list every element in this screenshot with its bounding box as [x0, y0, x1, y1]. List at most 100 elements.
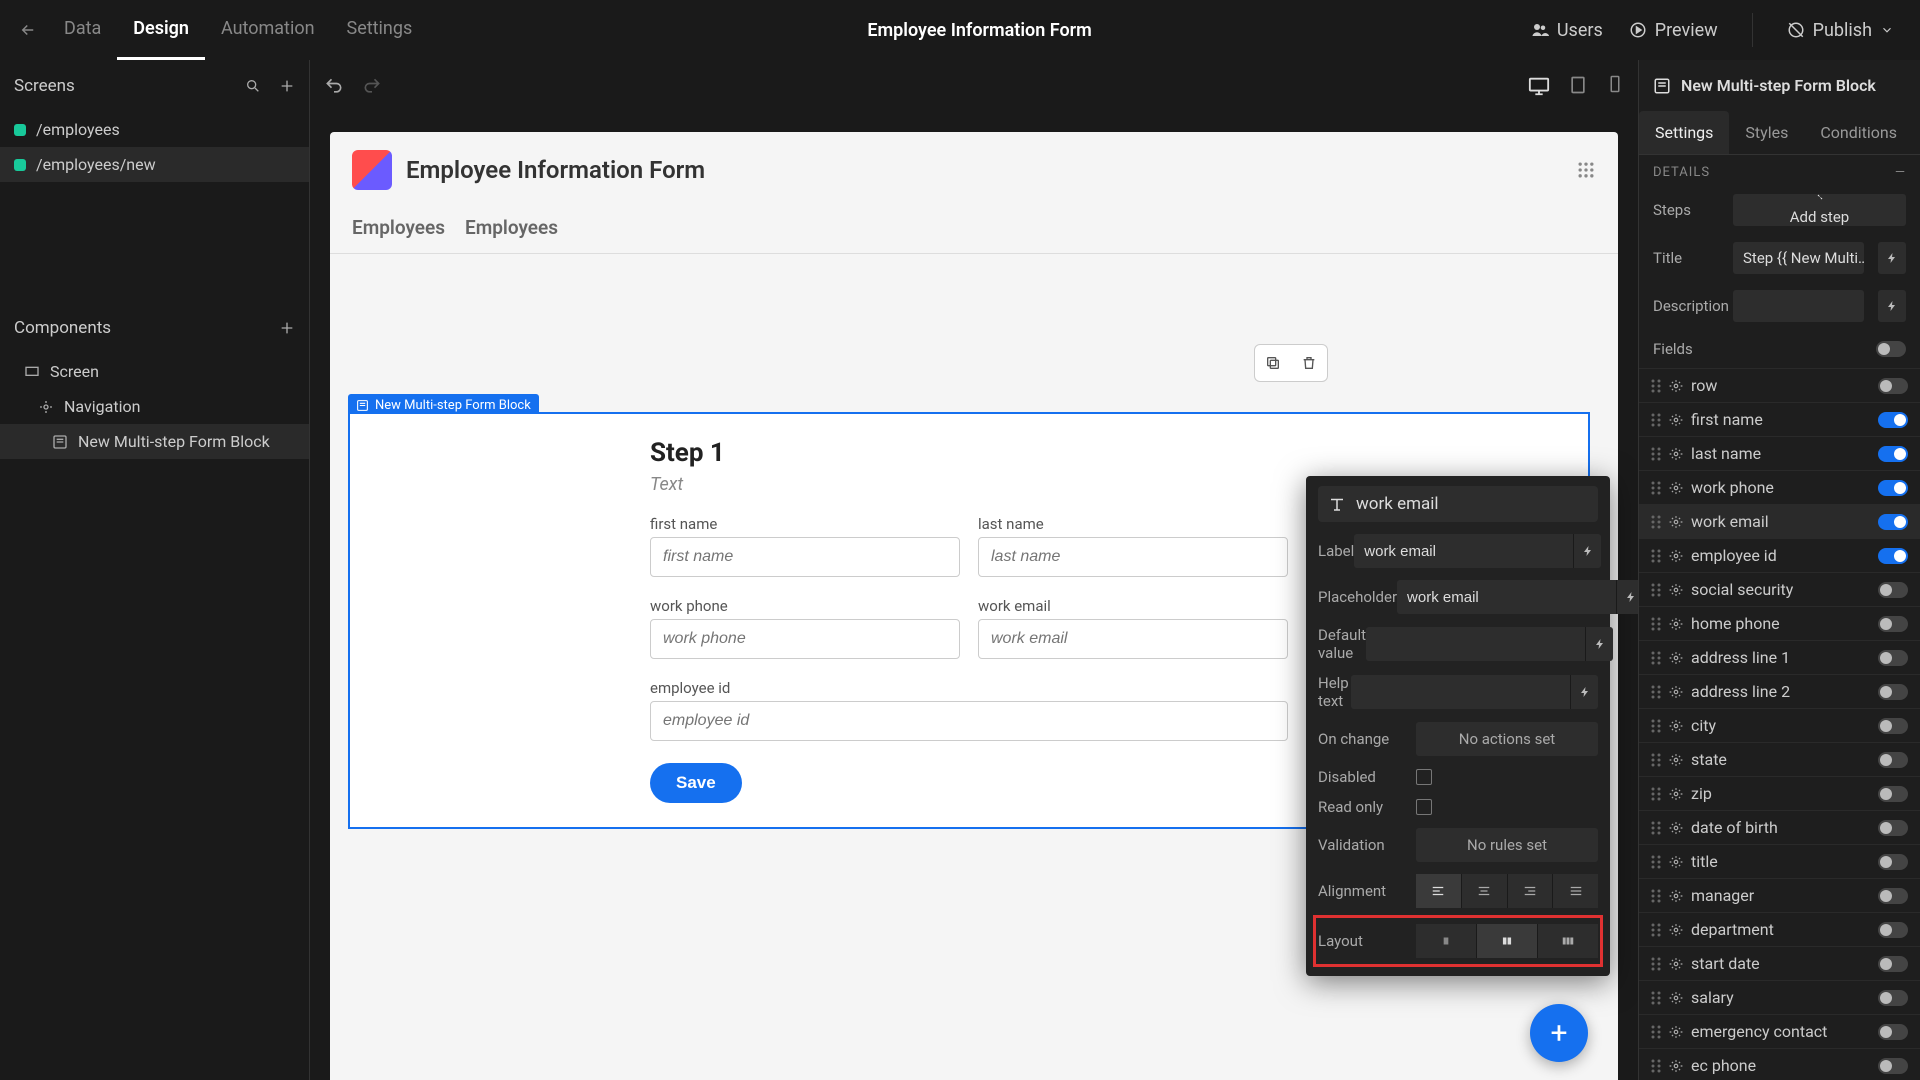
desktop-icon[interactable] [1528, 75, 1550, 97]
bolt-icon[interactable] [1585, 627, 1613, 661]
back-button[interactable] [8, 21, 48, 39]
preview-button[interactable]: Preview [1629, 20, 1718, 41]
undo-icon[interactable] [324, 76, 344, 96]
plus-icon[interactable] [279, 78, 295, 94]
drag-handle-icon[interactable] [1651, 1059, 1661, 1073]
field-toggle[interactable] [1878, 718, 1908, 734]
fields-master-toggle[interactable] [1876, 341, 1906, 357]
bolt-icon[interactable] [1573, 534, 1601, 568]
field-list-item[interactable]: ec phone [1639, 1048, 1920, 1080]
drag-handle-icon[interactable] [1651, 753, 1661, 767]
drag-handle-icon[interactable] [1651, 481, 1661, 495]
field-list-item[interactable]: city [1639, 708, 1920, 742]
top-tab-design[interactable]: Design [117, 0, 205, 60]
field-list-item[interactable]: address line 1 [1639, 640, 1920, 674]
align-right[interactable] [1508, 874, 1554, 908]
field-list-item[interactable]: social security [1639, 572, 1920, 606]
field-list-item[interactable]: salary [1639, 980, 1920, 1014]
component-item[interactable]: Navigation [0, 389, 309, 424]
placeholder-input[interactable] [1397, 580, 1616, 614]
drag-handle-icon[interactable] [1651, 515, 1661, 529]
component-item[interactable]: Screen [0, 354, 309, 389]
apps-grid-icon[interactable] [1576, 160, 1596, 180]
gear-icon[interactable] [1669, 447, 1683, 461]
mobile-icon[interactable] [1606, 75, 1624, 93]
gear-icon[interactable] [1669, 651, 1683, 665]
gear-icon[interactable] [1669, 923, 1683, 937]
field-list-item[interactable]: start date [1639, 946, 1920, 980]
field-list-item[interactable]: home phone [1639, 606, 1920, 640]
help-text-input[interactable] [1351, 675, 1570, 709]
component-item[interactable]: New Multi-step Form Block [0, 424, 309, 459]
align-left[interactable] [1416, 874, 1462, 908]
gear-icon[interactable] [1669, 787, 1683, 801]
gear-icon[interactable] [1669, 1025, 1683, 1039]
gear-icon[interactable] [1669, 991, 1683, 1005]
field-toggle[interactable] [1878, 378, 1908, 394]
drag-handle-icon[interactable] [1651, 379, 1661, 393]
field-toggle[interactable] [1878, 616, 1908, 632]
search-icon[interactable] [245, 78, 261, 94]
gear-icon[interactable] [1669, 685, 1683, 699]
bolt-icon[interactable] [1878, 242, 1906, 274]
top-tab-automation[interactable]: Automation [205, 0, 331, 60]
drag-handle-icon[interactable] [1651, 1025, 1661, 1039]
drag-handle-icon[interactable] [1651, 855, 1661, 869]
gear-icon[interactable] [1669, 1059, 1683, 1073]
add-step-button[interactable]: Add step [1733, 194, 1906, 226]
description-input[interactable] [1733, 290, 1864, 322]
first-name-input[interactable] [650, 537, 960, 577]
work-phone-input[interactable] [650, 619, 960, 659]
label-input[interactable] [1354, 534, 1573, 568]
field-toggle[interactable] [1878, 514, 1908, 530]
gear-icon[interactable] [1669, 379, 1683, 393]
gear-icon[interactable] [1669, 957, 1683, 971]
default-value-input[interactable] [1366, 627, 1585, 661]
users-button[interactable]: Users [1531, 20, 1603, 41]
duplicate-button[interactable] [1255, 345, 1291, 381]
drag-handle-icon[interactable] [1651, 923, 1661, 937]
field-toggle[interactable] [1878, 888, 1908, 904]
field-list-item[interactable]: last name [1639, 436, 1920, 470]
bolt-icon[interactable] [1570, 675, 1598, 709]
publish-button[interactable]: Publish [1787, 20, 1894, 41]
drag-handle-icon[interactable] [1651, 787, 1661, 801]
canvas[interactable]: Employee Information Form EmployeesEmplo… [330, 132, 1618, 1080]
redo-icon[interactable] [362, 76, 382, 96]
field-toggle[interactable] [1878, 412, 1908, 428]
layout-three-col[interactable] [1538, 924, 1598, 958]
field-list-item[interactable]: first name [1639, 402, 1920, 436]
field-toggle[interactable] [1878, 1058, 1908, 1074]
drag-handle-icon[interactable] [1651, 719, 1661, 733]
field-toggle[interactable] [1878, 922, 1908, 938]
field-list-item[interactable]: department [1639, 912, 1920, 946]
field-toggle[interactable] [1878, 956, 1908, 972]
add-component-fab[interactable]: + [1530, 1004, 1588, 1062]
field-list-item[interactable]: manager [1639, 878, 1920, 912]
employee-id-input[interactable] [650, 701, 1288, 741]
drag-handle-icon[interactable] [1651, 957, 1661, 971]
last-name-input[interactable] [978, 537, 1288, 577]
drag-handle-icon[interactable] [1651, 413, 1661, 427]
field-list-item[interactable]: zip [1639, 776, 1920, 810]
disabled-checkbox[interactable] [1416, 769, 1432, 785]
tablet-icon[interactable] [1568, 75, 1588, 95]
field-list-item[interactable]: employee id [1639, 538, 1920, 572]
drag-handle-icon[interactable] [1651, 991, 1661, 1005]
gear-icon[interactable] [1669, 889, 1683, 903]
gear-icon[interactable] [1669, 515, 1683, 529]
gear-icon[interactable] [1669, 821, 1683, 835]
field-list-item[interactable]: row [1639, 368, 1920, 402]
field-list-item[interactable]: title [1639, 844, 1920, 878]
gear-icon[interactable] [1669, 855, 1683, 869]
plus-icon[interactable] [279, 320, 295, 336]
drag-handle-icon[interactable] [1651, 889, 1661, 903]
field-toggle[interactable] [1878, 990, 1908, 1006]
field-toggle[interactable] [1878, 1024, 1908, 1040]
gear-icon[interactable] [1669, 481, 1683, 495]
right-tab-settings[interactable]: Settings [1639, 111, 1729, 154]
title-input[interactable]: Step {{ New Multi… [1733, 242, 1864, 274]
field-list-item[interactable]: work phone [1639, 470, 1920, 504]
page-tab[interactable]: Employees [465, 216, 558, 239]
field-toggle[interactable] [1878, 820, 1908, 836]
